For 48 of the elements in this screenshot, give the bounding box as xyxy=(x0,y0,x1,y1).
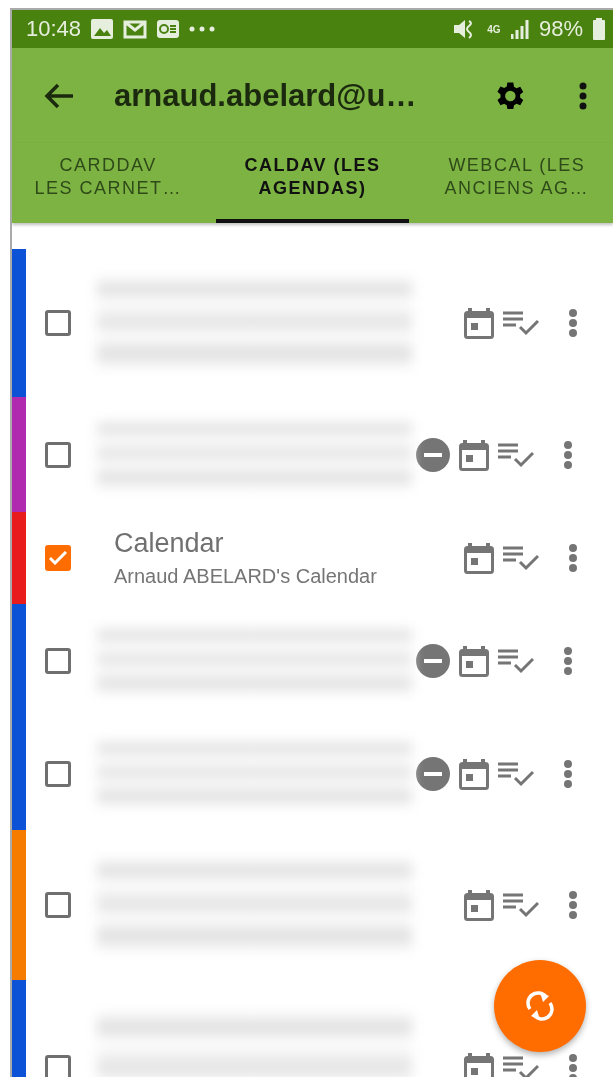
checkbox[interactable] xyxy=(45,760,71,787)
back-arrow-icon[interactable] xyxy=(44,82,74,109)
battery-icon xyxy=(593,18,605,40)
task-list-icon[interactable] xyxy=(498,441,534,468)
checkbox[interactable] xyxy=(45,892,71,918)
more-options-icon[interactable] xyxy=(564,759,572,788)
tab[interactable]: CALDAV (LES AGENDAS) xyxy=(216,143,409,223)
network-type: 4G xyxy=(486,24,501,34)
calendar-icon[interactable] xyxy=(458,437,490,472)
sync-icon xyxy=(526,989,554,1023)
calendar-icon[interactable] xyxy=(458,643,490,678)
more-options-icon[interactable] xyxy=(564,646,572,675)
more-options-icon[interactable] xyxy=(569,544,577,572)
more-options-icon[interactable] xyxy=(569,309,577,337)
calendar-owner: Arnaud ABELARD's Calendar xyxy=(113,565,378,588)
task-list-icon[interactable] xyxy=(503,1055,539,1077)
mail-icon xyxy=(123,19,148,39)
tab[interactable]: WEBCAL (LES ANCIENS AG… xyxy=(420,143,613,223)
more-options-icon[interactable] xyxy=(564,440,572,469)
more-options-icon[interactable] xyxy=(569,891,577,919)
signal-icon xyxy=(510,19,529,39)
calendar-icon[interactable] xyxy=(463,888,495,922)
checkbox[interactable] xyxy=(45,441,71,468)
sync-button[interactable] xyxy=(494,960,586,1052)
more-options-icon[interactable] xyxy=(569,1054,577,1077)
task-list-icon[interactable] xyxy=(503,310,539,336)
account-title: arnaud.abelard@u… xyxy=(114,77,418,114)
more-options-icon[interactable] xyxy=(579,81,587,110)
calendar-icon[interactable] xyxy=(463,541,495,575)
task-list-icon[interactable] xyxy=(498,760,534,787)
calendar-icon[interactable] xyxy=(458,756,490,791)
image-icon xyxy=(91,19,114,39)
checkbox[interactable] xyxy=(45,545,71,571)
calendar-name: Calendar xyxy=(113,528,225,559)
checkbox[interactable] xyxy=(45,310,71,336)
news-icon xyxy=(157,20,180,38)
check-icon xyxy=(49,551,67,565)
task-list-icon[interactable] xyxy=(503,545,539,571)
task-list-icon[interactable] xyxy=(498,647,534,674)
checkbox[interactable] xyxy=(45,647,71,674)
calendar-icon[interactable] xyxy=(463,1051,495,1077)
calendar-icon[interactable] xyxy=(463,306,495,340)
tab[interactable]: CARDDAV LES CARNET… xyxy=(12,143,205,223)
status-time: 10:48 xyxy=(26,16,82,42)
checkbox[interactable] xyxy=(45,1055,71,1077)
more-notifications-icon xyxy=(189,26,216,32)
task-list-icon[interactable] xyxy=(503,892,539,918)
battery-percent: 98% xyxy=(538,16,583,42)
